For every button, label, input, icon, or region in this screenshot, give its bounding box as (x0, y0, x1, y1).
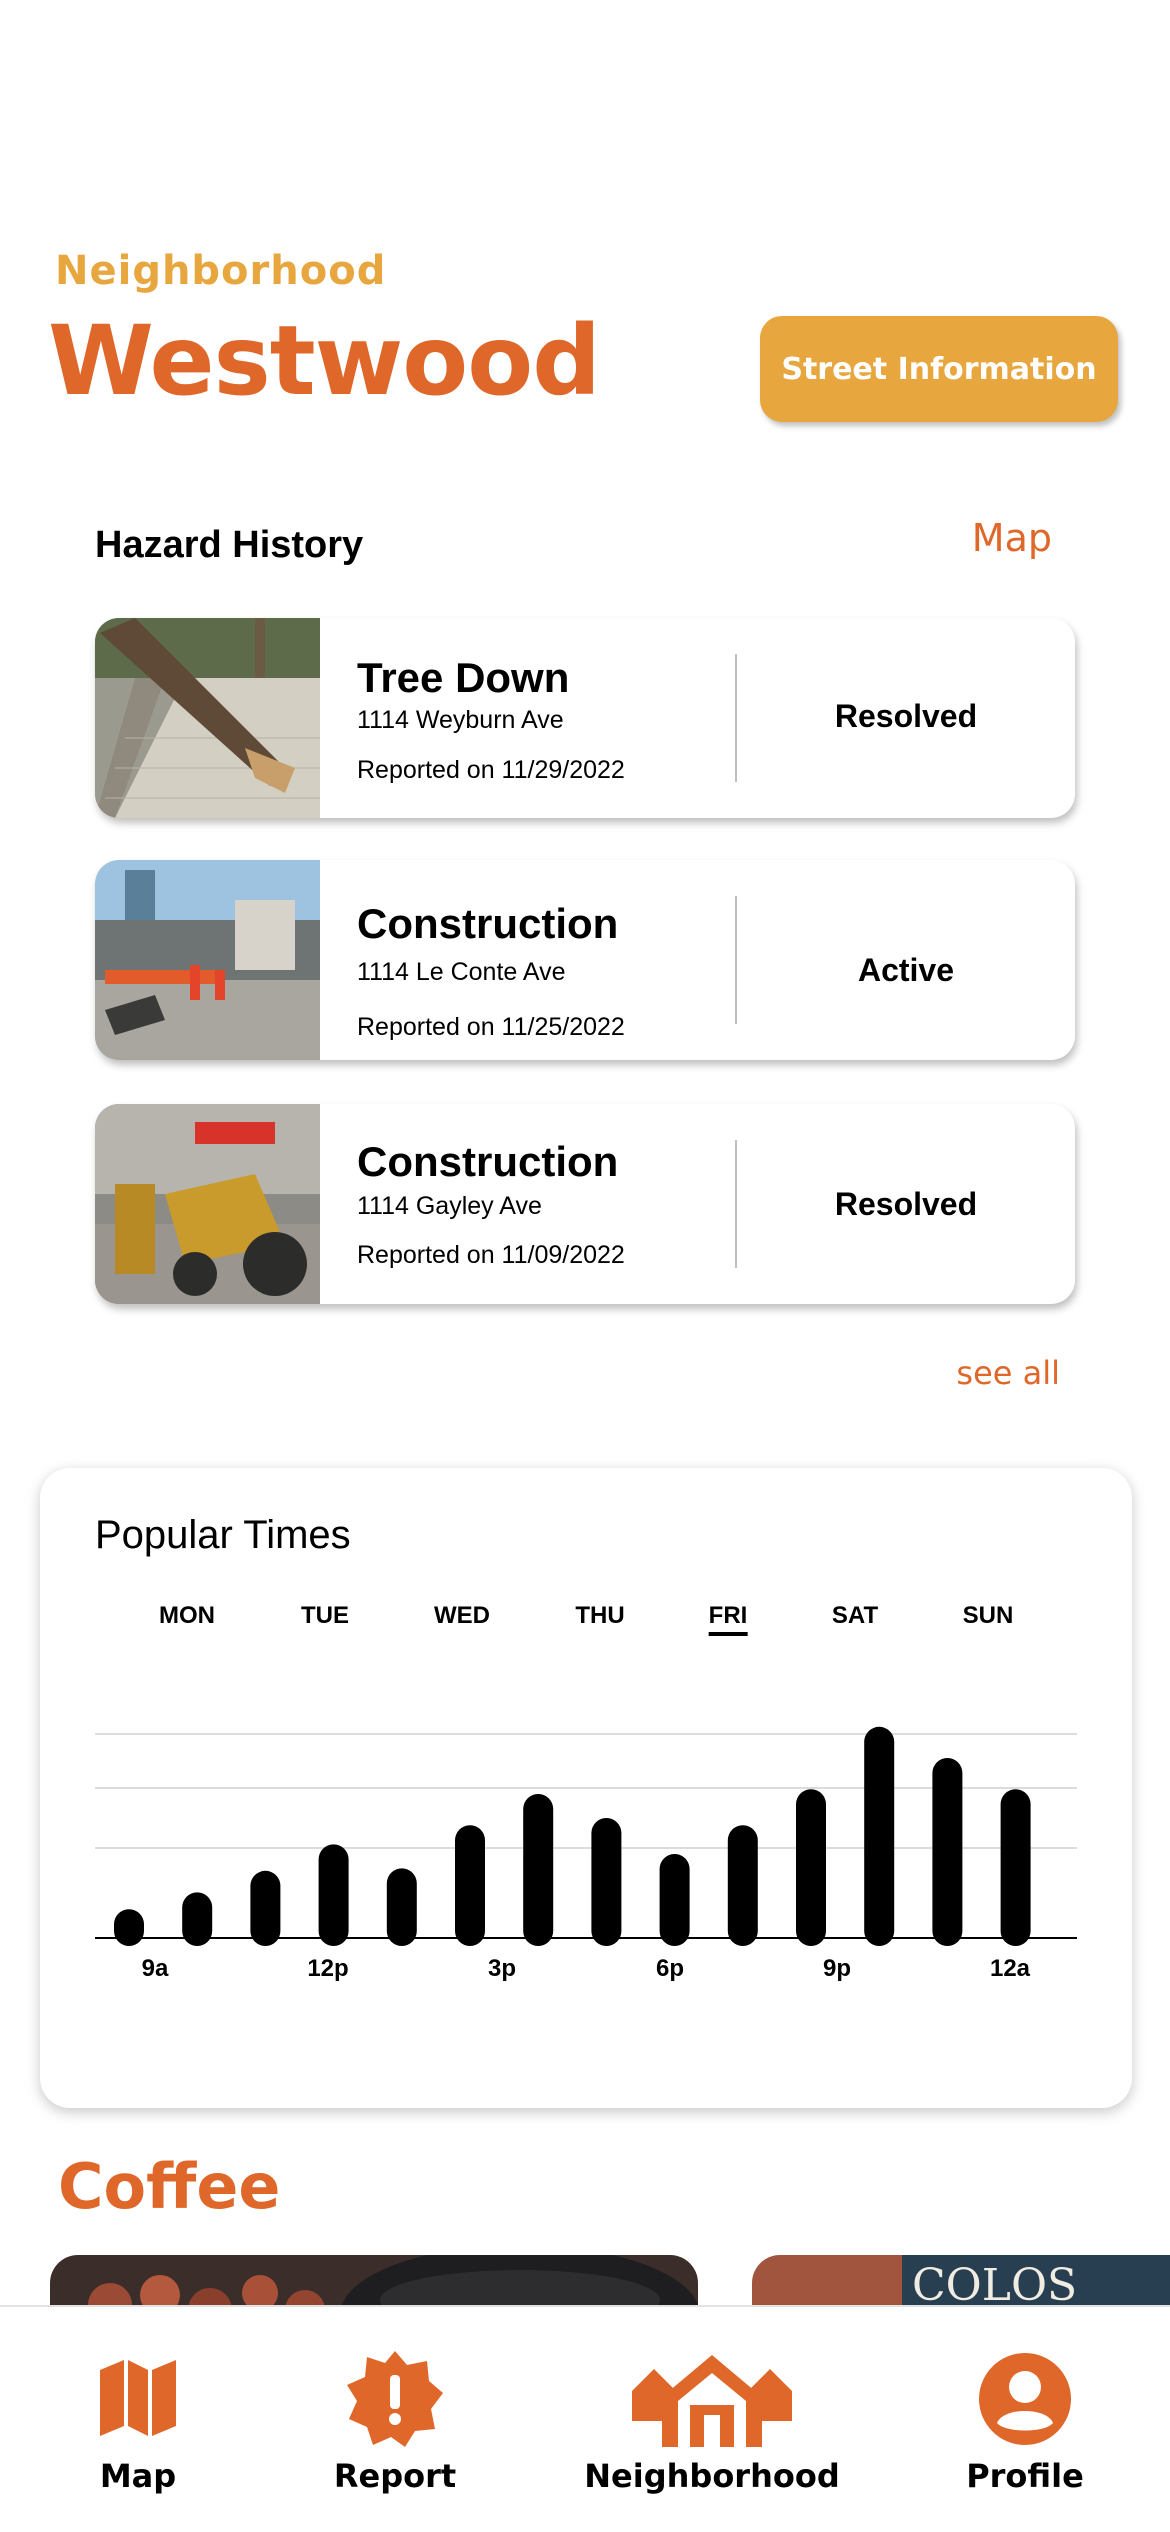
day-tab-mon[interactable]: MON (159, 1602, 215, 1630)
street-information-button[interactable]: Street Information (760, 316, 1118, 422)
hazard-type: Tree Down (357, 654, 570, 701)
chart-tick-label: 3p (488, 1955, 516, 1982)
hazard-type: Construction (357, 900, 619, 947)
hazard-card[interactable]: Construction 1114 Le Conte Ave Reported … (95, 860, 1075, 1060)
chart-bar (864, 1726, 895, 1946)
coffee-heading: Coffee (58, 2150, 281, 2223)
chart-bar (386, 1868, 417, 1946)
hazard-card[interactable]: Construction 1114 Gayley Ave Reported on… (95, 1104, 1075, 1304)
alert-badge-icon (347, 2349, 443, 2449)
neighborhood-overline: Neighborhood (55, 248, 387, 294)
tab-map[interactable]: Map (78, 2307, 198, 2532)
chart-bar (318, 1844, 349, 1946)
status-badge: Active (857, 952, 955, 988)
neighborhood-icon (632, 2349, 792, 2449)
profile-icon (979, 2349, 1071, 2449)
chart-bar (455, 1825, 485, 1946)
day-tab-tue[interactable]: TUE (301, 1602, 349, 1630)
bottom-tab-bar: Map Report Neighborhood Profile (0, 2305, 1170, 2532)
day-tab-wed[interactable]: WED (434, 1602, 490, 1630)
chart-tick-label: 12p (307, 1955, 348, 1982)
map-icon (100, 2349, 176, 2449)
chart-bar (1000, 1789, 1031, 1946)
chart-tick-label: 6p (656, 1955, 684, 1982)
chart-tick-label: 9p (823, 1955, 851, 1982)
day-selector: MON TUE WED THU FRI SAT SUN (40, 1602, 1132, 1642)
hazard-reported-date: Reported on 11/29/2022 (357, 756, 625, 784)
hazard-address: 1114 Gayley Ave (357, 1192, 542, 1220)
chart-bar (523, 1794, 554, 1946)
tab-report[interactable]: Report (325, 2307, 465, 2532)
day-tab-sun[interactable]: SUN (963, 1602, 1014, 1630)
tab-label: Profile (966, 2457, 1084, 2495)
hazard-type: Construction (357, 1138, 619, 1185)
tab-neighborhood[interactable]: Neighborhood (584, 2307, 840, 2532)
chart-tick-label: 12a (990, 1955, 1031, 1982)
tab-label: Map (99, 2457, 177, 2495)
hazard-address: 1114 Le Conte Ave (357, 958, 566, 986)
day-tab-thu[interactable]: THU (575, 1602, 624, 1630)
tree-down-photo (95, 618, 320, 818)
status-badge: Resolved (834, 1186, 978, 1222)
chart-bar (114, 1909, 144, 1946)
status-badge: Resolved (834, 698, 978, 734)
chart-bar (591, 1818, 622, 1946)
popular-times-card: Popular Times MON TUE WED THU FRI SAT SU… (40, 1468, 1132, 2108)
chart-bar (250, 1870, 281, 1946)
tab-profile[interactable]: Profile (960, 2307, 1090, 2532)
map-link[interactable]: Map (972, 516, 1052, 560)
hazard-card[interactable]: Tree Down 1114 Weyburn Ave Reported on 1… (95, 618, 1075, 818)
popular-times-chart-svg: 9a 12p 3p 6p 9p 12a (95, 1726, 1077, 1982)
chart-bar (932, 1758, 963, 1946)
svg-text:COLOS: COLOS (912, 2260, 1077, 2311)
tab-label: Report (333, 2457, 457, 2495)
chart-bar (727, 1825, 758, 1946)
hazard-history-heading: Hazard History (95, 524, 364, 566)
hazard-reported-date: Reported on 11/09/2022 (357, 1241, 625, 1269)
see-all-link[interactable]: see all (956, 1354, 1060, 1392)
hazard-reported-date: Reported on 11/25/2022 (357, 1013, 625, 1041)
construction-photo (95, 860, 320, 1060)
popular-times-chart: 9a 12p 3p 6p 9p 12a (95, 1698, 1077, 2018)
tab-label: Neighborhood (584, 2457, 840, 2495)
construction-photo (95, 1104, 320, 1304)
popular-times-title: Popular Times (95, 1513, 351, 1557)
chart-bar (796, 1789, 826, 1946)
page-title: Westwood (48, 305, 601, 417)
day-tab-fri[interactable]: FRI (708, 1602, 748, 1636)
day-tab-sat[interactable]: SAT (832, 1602, 878, 1630)
chart-tick-label: 9a (142, 1955, 169, 1982)
hazard-address: 1114 Weyburn Ave (357, 706, 564, 734)
chart-bar (659, 1854, 690, 1946)
